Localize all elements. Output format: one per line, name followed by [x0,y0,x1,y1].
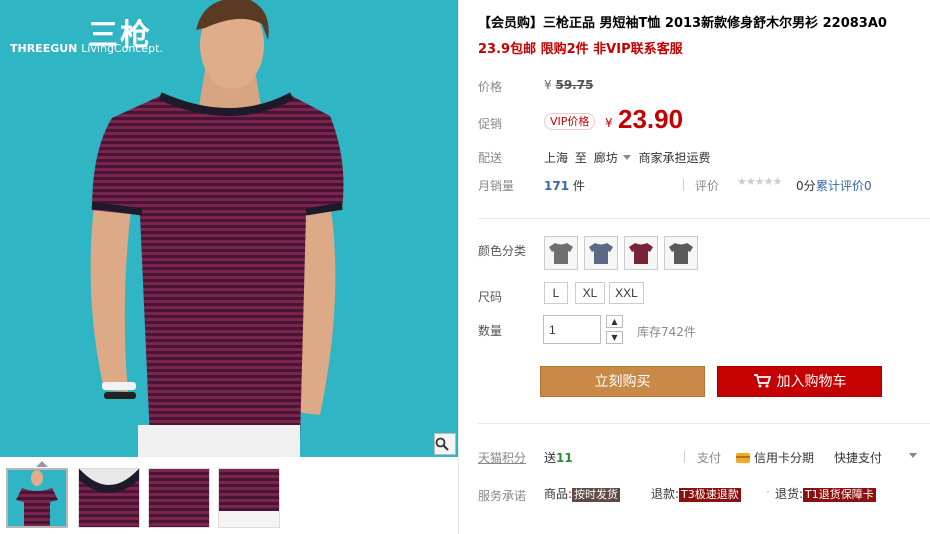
service-refund-label: 退款: [651,487,680,501]
shipping-route: 上海 至 廊坊 商家承担运费 [544,149,711,166]
thumbnail-model-image [8,470,66,526]
buy-now-button[interactable]: 立刻购买 [540,366,705,397]
chevron-down-icon [909,453,917,458]
section-divider-2 [478,423,930,424]
review-label: 累计评价 [816,179,865,193]
monthly-sales: 171 件 [544,177,585,194]
panel-divider [458,0,459,534]
service-goods-label: 商品: [544,487,573,501]
original-price-currency: ¥ [544,78,552,92]
service-goods-tag[interactable]: 按时发货 [572,488,621,502]
thumbnail-1[interactable] [6,468,68,528]
product-detail-panel: 【会员购】三枪正品 男短袖T恤 2013新款修身舒木尔男衫 22083A0 23… [478,0,930,534]
payment-label: 支付 [697,451,722,465]
shipping-destination-select[interactable]: 廊坊 [594,151,635,165]
thumbnail-collar-image [79,469,139,527]
points-amount: 11 [556,451,573,465]
tshirt-blue-icon [589,243,613,264]
quick-pay-option[interactable]: 快捷支付 [834,449,882,466]
review-count: 0 [864,179,872,193]
magnifier-icon [435,437,449,451]
service-return-label: 退货: [775,487,804,501]
color-swatch-darkgray[interactable] [664,236,698,270]
shopping-cart-icon [753,374,771,388]
main-product-image[interactable]: 三枪 THREEGUN LivingConcept. [0,0,458,457]
promo-currency: ¥ [605,116,613,130]
monthly-sales-count: 171 [544,179,570,193]
thumbnail-hem-image [219,469,279,527]
tmall-points-link[interactable]: 天猫积分 [478,449,526,466]
brand-logo-en: THREEGUN LivingConcept. [10,42,163,55]
service-refund: 退款: T3极速退款 [651,485,741,502]
color-swatch-gray[interactable] [544,236,578,270]
promo-price: 23.90 [618,104,684,134]
tshirt-darkgray-icon [669,243,693,264]
color-swatch-blue[interactable] [584,236,618,270]
add-to-cart-button[interactable]: 加入购物车 [717,366,882,397]
payment-expand-button[interactable] [904,449,921,463]
service-label: 服务承诺 [478,489,527,503]
shipping-fee-note: 商家承担运费 [638,151,711,165]
monthly-sales-unit: 件 [572,179,585,193]
tshirt-gray-icon [549,243,573,264]
stock-count: 库存742件 [637,325,696,339]
quick-pay-label: 快捷支付 [834,451,883,465]
quantity-decrease-button[interactable]: ▼ [606,331,623,344]
chevron-down-icon [622,155,631,160]
thumbnail-4[interactable] [218,468,280,528]
rating-score: 0分 [796,179,816,193]
thumbnail-fabric-image [149,469,209,527]
credit-card-icon [736,452,750,463]
size-option-xxl[interactable]: XXL [609,282,644,304]
credit-installment-label: 信用卡分期 [754,451,815,465]
product-subtitle: 23.9包邮 限购2件 非VIP联系客服 [478,42,683,57]
product-title: 【会员购】三枪正品 男短袖T恤 2013新款修身舒木尔男衫 22083A0 [478,16,887,31]
price-label: 价格 [478,80,503,94]
shipping-to-word: 至 [574,151,587,165]
zoom-button[interactable] [434,433,456,455]
points-divider [684,451,685,463]
thumbnail-active-indicator [36,461,48,467]
color-label: 颜色分类 [478,244,527,258]
monthly-sales-label: 月销量 [478,179,515,193]
service-refund-tag[interactable]: T3极速退款 [679,488,741,502]
size-option-xl[interactable]: XL [575,282,605,304]
thumbnail-2[interactable] [78,468,140,528]
sales-divider [683,179,684,191]
quantity-label: 数量 [478,324,503,338]
size-option-l[interactable]: L [544,282,568,304]
rating-stars-icon: ★★★★★ [737,175,782,188]
points-reward: 送11 [544,449,573,466]
service-return-tag[interactable]: T1退货保障卡 [803,488,876,502]
brand-logo-en-light: LivingConcept. [81,42,163,55]
quantity-increase-button[interactable]: ▲ [606,315,623,328]
shipping-from: 上海 [544,151,569,165]
model-illustration [90,0,344,457]
credit-installment-option[interactable]: 信用卡分期 [736,449,814,466]
original-price: ¥ 59.75 [544,78,593,92]
review-link[interactable]: 累计评价0 [816,177,872,194]
section-divider [478,218,930,219]
vip-price-tag: VIP价格 [544,113,596,130]
size-label: 尺码 [478,290,503,304]
quantity-input[interactable] [543,315,601,344]
shipping-destination: 廊坊 [593,151,618,165]
promo-label: 促销 [478,117,503,131]
original-price-value: 59.75 [555,78,594,92]
service-dot: · [766,485,770,499]
add-to-cart-label: 加入购物车 [776,374,847,390]
brand-logo-en-bold: THREEGUN [10,42,78,55]
rating-label: 评价 [695,179,720,193]
shipping-label: 配送 [478,151,503,165]
color-swatch-wine[interactable] [624,236,658,270]
service-goods: 商品: 按时发货 [544,485,621,502]
tshirt-wine-icon [629,243,653,264]
service-return: 退货: T1退货保障卡 [775,485,876,502]
points-send: 送 [544,451,557,465]
thumbnail-3[interactable] [148,468,210,528]
product-gallery: 三枪 THREEGUN LivingConcept. [0,0,458,534]
